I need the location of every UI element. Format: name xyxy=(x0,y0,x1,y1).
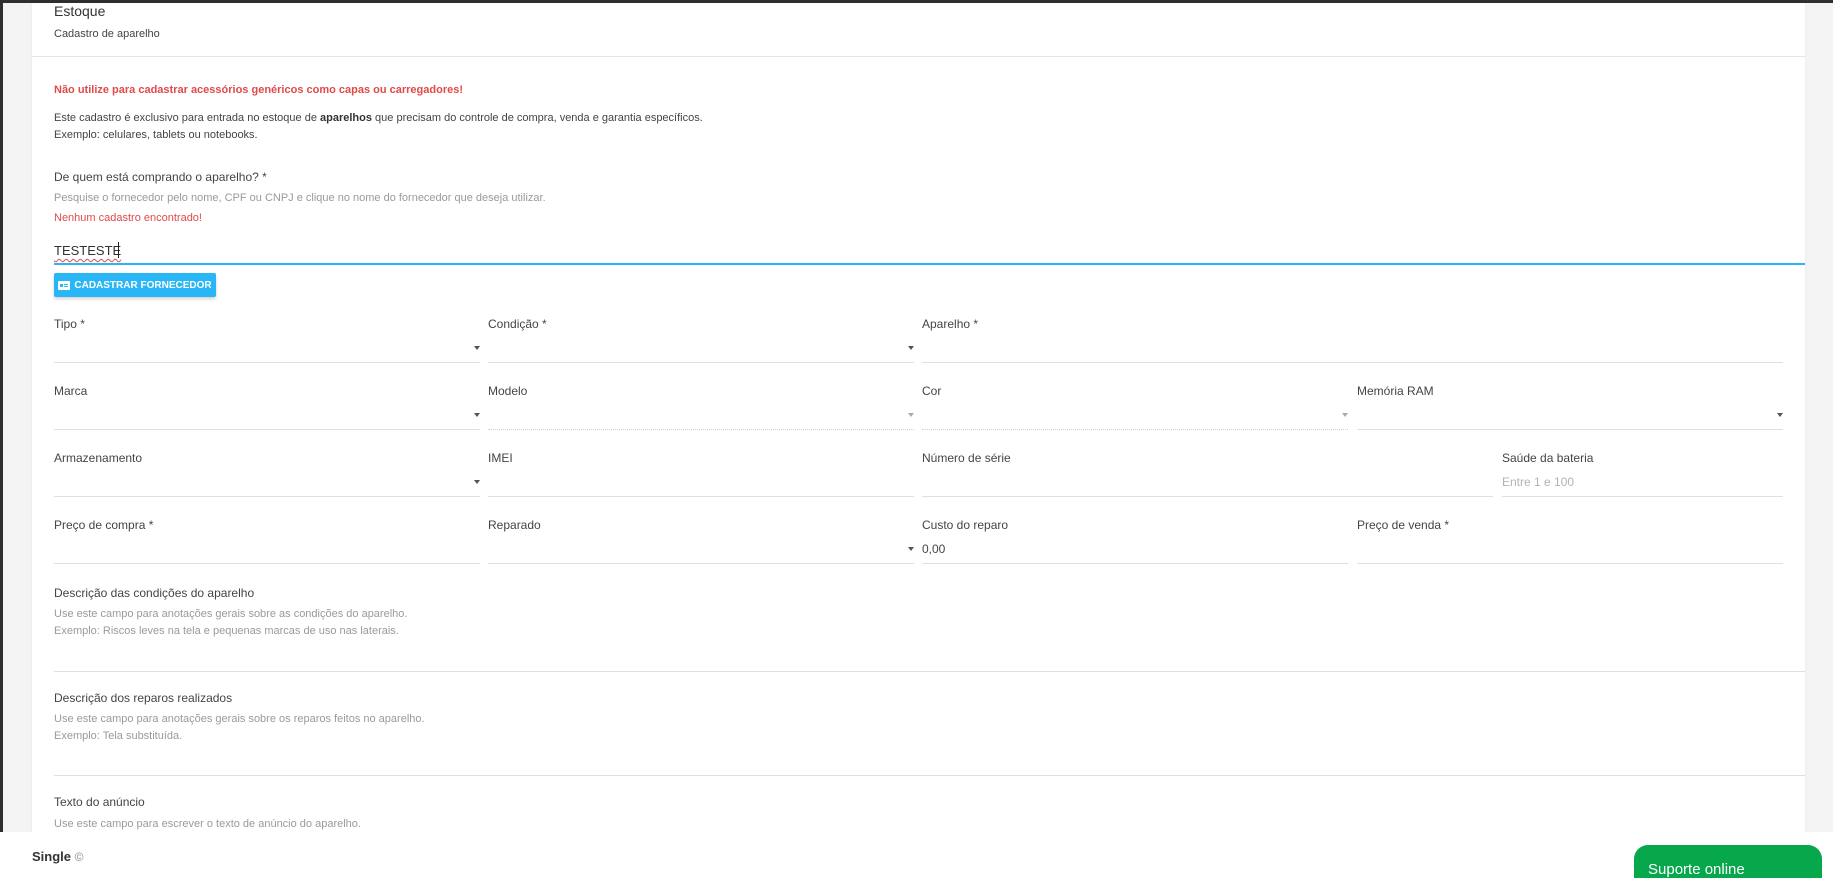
field-underline xyxy=(54,429,480,430)
warning-message: Não utilize para cadastrar acessórios ge… xyxy=(54,84,464,96)
condicoes-label: Descrição das condições do aparelho xyxy=(54,586,255,600)
chevron-down-icon xyxy=(1342,413,1348,417)
header-divider xyxy=(32,56,1805,57)
field-underline xyxy=(922,563,1348,564)
chevron-down-icon xyxy=(908,413,914,417)
condicao-select[interactable]: Condição * xyxy=(488,317,914,363)
imei-input[interactable]: IMEI xyxy=(488,451,914,497)
brand-name: Single xyxy=(32,849,72,864)
chevron-down-icon xyxy=(908,346,914,350)
supplier-help: Pesquise o fornecedor pelo nome, CPF ou … xyxy=(54,192,546,204)
chevron-down-icon xyxy=(1777,413,1783,417)
memoria-ram-label: Memória RAM xyxy=(1357,384,1434,398)
chevron-down-icon xyxy=(474,413,480,417)
reparos-help-2: Exemplo: Tela substituída. xyxy=(54,730,183,742)
page-title: Estoque xyxy=(54,3,106,19)
chevron-down-icon xyxy=(474,346,480,350)
intro-text-bold: aparelhos xyxy=(320,112,372,124)
reparos-label: Descrição dos reparos realizados xyxy=(54,691,233,705)
tipo-label: Tipo * xyxy=(54,317,85,331)
field-underline xyxy=(488,496,914,497)
custo-reparo-input[interactable]: Custo do reparo 0,00 xyxy=(922,518,1348,564)
field-underline xyxy=(54,563,480,564)
field-underline xyxy=(1502,496,1783,497)
intro-text-part: Este cadastro é exclusivo para entrada n… xyxy=(54,112,321,124)
textarea-underline xyxy=(54,671,1805,672)
intro-text-line2: Exemplo: celulares, tablets ou notebooks… xyxy=(54,129,258,141)
marca-select[interactable]: Marca xyxy=(54,384,480,430)
supplier-error: Nenhum cadastro encontrado! xyxy=(54,212,202,224)
footer: Single © xyxy=(0,832,1833,878)
custo-reparo-value: 0,00 xyxy=(922,542,946,556)
saude-bateria-placeholder: Entre 1 e 100 xyxy=(1502,475,1575,489)
textarea-underline xyxy=(54,775,1805,776)
cor-label: Cor xyxy=(922,384,942,398)
armazenamento-label: Armazenamento xyxy=(54,451,143,465)
condicao-label: Condição * xyxy=(488,317,547,331)
supplier-search-value: TESTESTE xyxy=(54,243,122,258)
register-supplier-button[interactable]: CADASTRAR FORNECEDOR xyxy=(54,273,216,297)
supplier-search-input[interactable] xyxy=(54,241,1805,265)
copyright-icon: © xyxy=(74,850,84,864)
reparado-label: Reparado xyxy=(488,518,541,532)
cor-select[interactable]: Cor xyxy=(922,384,1348,430)
imei-label: IMEI xyxy=(488,451,513,465)
intro-text-line1: Este cadastro é exclusivo para entrada n… xyxy=(54,112,703,124)
field-underline xyxy=(488,362,914,363)
field-underline xyxy=(54,496,480,497)
id-card-icon xyxy=(58,280,71,290)
register-supplier-label: CADASTRAR FORNECEDOR xyxy=(74,279,212,291)
saude-bateria-input[interactable]: Saúde da bateria Entre 1 e 100 xyxy=(1502,451,1783,497)
field-underline xyxy=(488,563,914,564)
numero-serie-input[interactable]: Número de série xyxy=(922,451,1493,497)
footer-brand: Single © xyxy=(32,849,83,864)
field-underline xyxy=(1357,563,1783,564)
field-underline xyxy=(54,362,480,363)
preco-compra-label: Preço de compra * xyxy=(54,518,154,532)
numero-serie-label: Número de série xyxy=(922,451,1011,465)
marca-label: Marca xyxy=(54,384,88,398)
reparos-textarea[interactable] xyxy=(54,748,1805,775)
anuncio-label: Texto do anúncio xyxy=(54,795,145,809)
page-subtitle: Cadastro de aparelho xyxy=(54,28,160,40)
field-underline xyxy=(922,496,1493,497)
modelo-label: Modelo xyxy=(488,384,528,398)
condicoes-help-1: Use este campo para anotações gerais sob… xyxy=(54,608,408,620)
preco-compra-input[interactable]: Preço de compra * xyxy=(54,518,480,564)
intro-text-part: que precisam do controle de compra, vend… xyxy=(371,112,703,124)
condicoes-help-2: Exemplo: Riscos leves na tela e pequenas… xyxy=(54,625,399,637)
field-underline xyxy=(922,362,1783,363)
field-underline xyxy=(1357,429,1783,430)
condicoes-textarea[interactable] xyxy=(54,643,1805,671)
chevron-down-icon xyxy=(474,480,480,484)
preco-venda-label: Preço de venda * xyxy=(1357,518,1450,532)
online-support-button[interactable]: Suporte online xyxy=(1634,845,1822,878)
memoria-ram-select[interactable]: Memória RAM xyxy=(1357,384,1783,430)
aparelho-label: Aparelho * xyxy=(922,317,979,331)
aparelho-input[interactable]: Aparelho * xyxy=(922,317,1783,363)
anuncio-help: Use este campo para escrever o texto de … xyxy=(54,818,361,830)
reparos-help-1: Use este campo para anotações gerais sob… xyxy=(54,713,425,725)
custo-reparo-label: Custo do reparo xyxy=(922,518,1009,532)
field-underline-disabled xyxy=(488,429,914,430)
modelo-select[interactable]: Modelo xyxy=(488,384,914,430)
reparado-select[interactable]: Reparado xyxy=(488,518,914,564)
supplier-label: De quem está comprando o aparelho? * xyxy=(54,170,267,184)
field-underline-disabled xyxy=(922,429,1348,430)
chevron-down-icon xyxy=(908,547,914,551)
preco-venda-input[interactable]: Preço de venda * xyxy=(1357,518,1783,564)
armazenamento-select[interactable]: Armazenamento xyxy=(54,451,480,497)
tipo-select[interactable]: Tipo * xyxy=(54,317,480,363)
window-left-edge xyxy=(0,0,3,878)
saude-bateria-label: Saúde da bateria xyxy=(1502,451,1594,465)
text-cursor xyxy=(118,242,119,258)
device-registration-card: Estoque Cadastro de aparelho Não utilize… xyxy=(32,3,1805,832)
